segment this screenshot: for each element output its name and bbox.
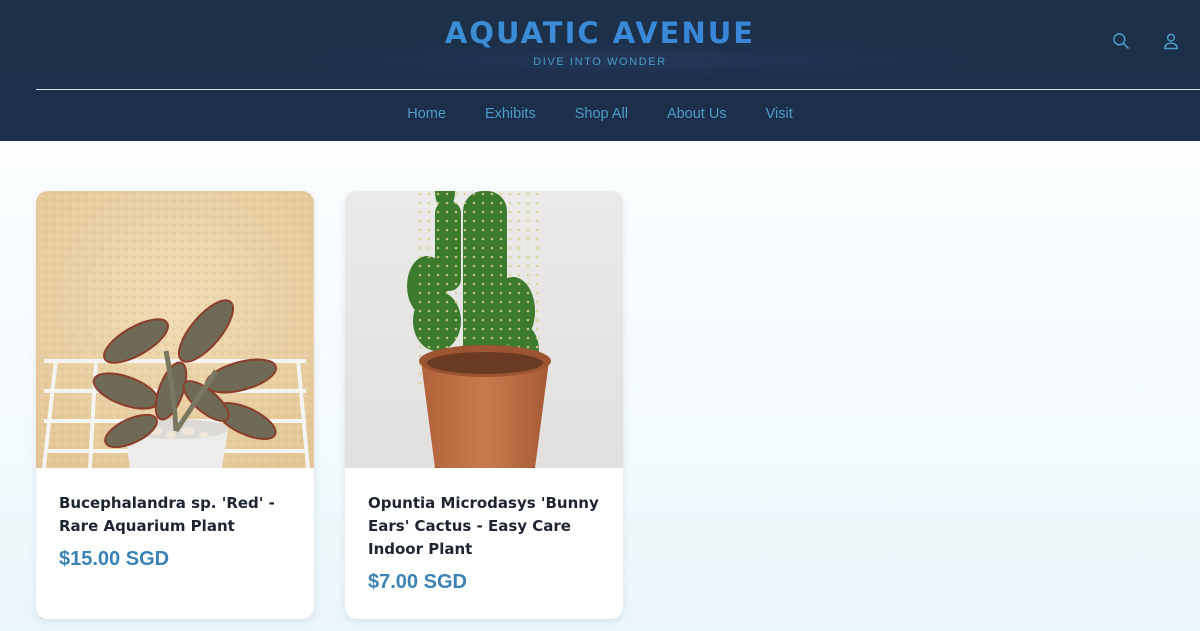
- product-price: $15.00 SGD: [59, 548, 170, 570]
- product-image[interactable]: [345, 191, 623, 468]
- brand-title[interactable]: AQUATIC AVENUE: [0, 16, 1200, 50]
- nav-item-exhibits[interactable]: Exhibits: [465, 106, 555, 122]
- site-header: AQUATIC AVENUE DIVE INTO WONDER Home Exh…: [0, 0, 1200, 141]
- nav-item-about-us[interactable]: About Us: [647, 106, 746, 122]
- nav-item-shop-all[interactable]: Shop All: [555, 106, 647, 122]
- search-button[interactable]: [1108, 30, 1134, 56]
- product-title[interactable]: Opuntia Microdasys 'Bunny Ears' Cactus -…: [368, 492, 608, 561]
- product-price: $7.00 SGD: [368, 571, 467, 593]
- search-icon: [1111, 31, 1131, 55]
- product-card[interactable]: Opuntia Microdasys 'Bunny Ears' Cactus -…: [345, 191, 623, 619]
- nav-item-home[interactable]: Home: [388, 106, 466, 122]
- nav-item-visit[interactable]: Visit: [746, 106, 812, 122]
- account-button[interactable]: [1158, 30, 1184, 56]
- product-card[interactable]: Bucephalandra sp. 'Red' - Rare Aquarium …: [36, 191, 314, 619]
- product-title[interactable]: Bucephalandra sp. 'Red' - Rare Aquarium …: [59, 492, 299, 538]
- product-image[interactable]: [36, 191, 314, 468]
- brand-tagline: DIVE INTO WONDER: [533, 56, 667, 68]
- succulent-plant-photo: [36, 191, 314, 468]
- cactus-in-pot-photo: [345, 191, 623, 468]
- account-icon: [1161, 31, 1181, 55]
- main-nav: Home Exhibits Shop All About Us Visit: [0, 106, 1200, 122]
- header-divider: [36, 89, 1200, 90]
